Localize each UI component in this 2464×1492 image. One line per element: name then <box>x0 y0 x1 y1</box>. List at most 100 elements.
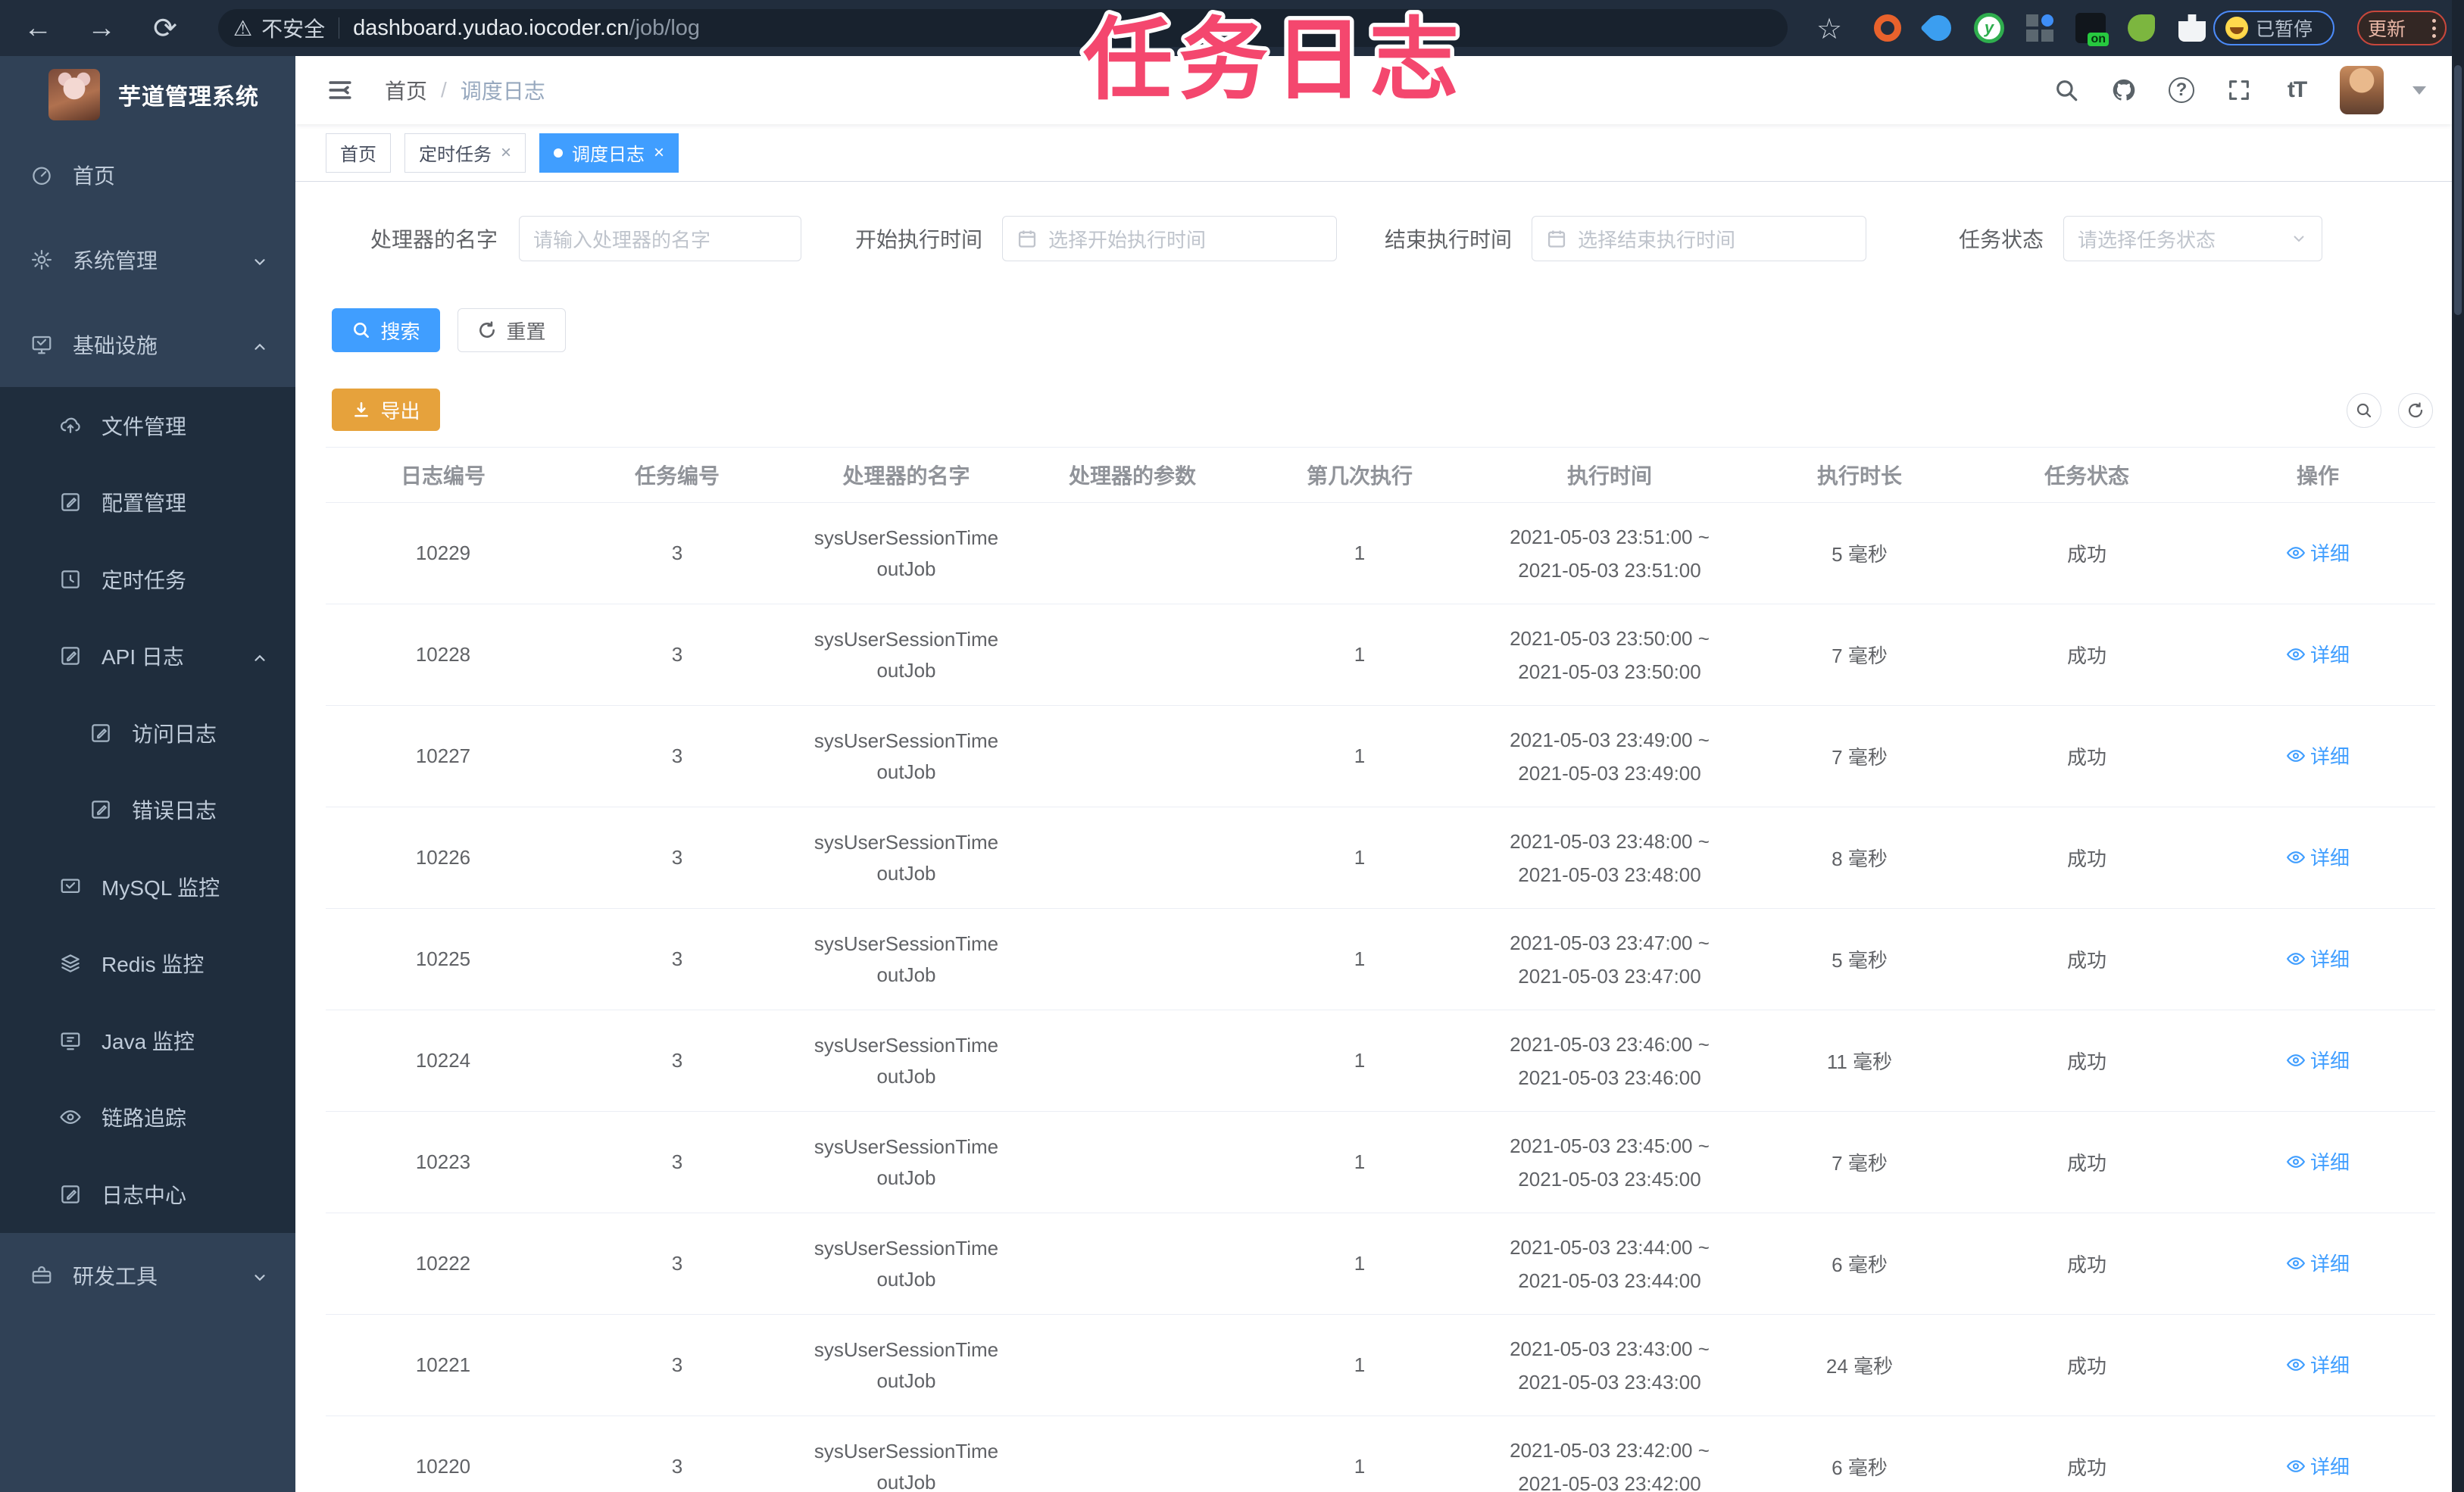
fullscreen-icon[interactable] <box>2225 76 2253 105</box>
eye-icon <box>2286 952 2306 965</box>
detail-link[interactable]: 详细 <box>2286 1147 2350 1175</box>
cell-execute-index: 1 <box>1354 1455 1366 1478</box>
detail-link[interactable]: 详细 <box>2286 1350 2350 1378</box>
help-icon[interactable]: ? <box>2167 76 2196 105</box>
tab-home[interactable]: 首页 <box>326 133 391 173</box>
sidebar-item-tracing[interactable]: 链路追踪 <box>0 1079 295 1156</box>
cell-status: 成功 <box>2066 1456 2106 1479</box>
cell-job-id: 3 <box>671 1049 683 1072</box>
sidebar-item-scheduled-tasks[interactable]: 定时任务 <box>0 541 295 618</box>
font-size-icon[interactable]: tT <box>2282 76 2311 105</box>
refresh-table-button[interactable] <box>2398 393 2433 428</box>
chevron-down-icon <box>2294 236 2304 242</box>
sidebar-item-mysql-monitor[interactable]: MySQL 监控 <box>0 848 295 925</box>
cell-execute-index: 1 <box>1354 1353 1366 1376</box>
extension-icon-on-badge[interactable]: on <box>2074 11 2109 46</box>
sidebar-item-home[interactable]: 首页 <box>0 133 295 217</box>
sidebar-item-log-center[interactable]: 日志中心 <box>0 1156 295 1233</box>
cell-handler-name: sysUserSessionTimeoutJob <box>814 628 999 682</box>
cell-actions: 详细 <box>2200 640 2435 670</box>
cell-execute-index: 1 <box>1354 1150 1366 1173</box>
detail-link[interactable]: 详细 <box>2286 1249 2350 1277</box>
search-button[interactable]: 搜索 <box>332 308 440 352</box>
detail-link[interactable]: 详细 <box>2286 1046 2350 1074</box>
reset-button[interactable]: 重置 <box>458 308 566 352</box>
active-dot <box>554 148 564 158</box>
reload-icon[interactable]: ⟳ <box>148 11 182 45</box>
breadcrumb-home[interactable]: 首页 <box>385 75 427 105</box>
extension-icon-leaf[interactable] <box>2125 11 2158 45</box>
url-path: /job/log <box>629 15 701 40</box>
tab-scheduled-tasks[interactable]: 定时任务 × <box>404 133 526 173</box>
sidebar-item-api-log[interactable]: API 日志 <box>0 618 295 695</box>
user-avatar[interactable] <box>2340 66 2384 114</box>
sidebar-item-access-log[interactable]: 访问日志 <box>0 694 295 772</box>
cell-handler-name: sysUserSessionTimeoutJob <box>814 1338 999 1392</box>
end-time-label: 结束执行时间 <box>1385 228 1513 251</box>
sidebar-item-config-management[interactable]: 配置管理 <box>0 464 295 542</box>
sidebar-toggle-icon[interactable] <box>326 77 354 103</box>
detail-link[interactable]: 详细 <box>2286 538 2350 567</box>
toggle-search-button[interactable] <box>2347 393 2381 428</box>
bookmark-star-icon[interactable]: ☆ <box>1816 12 1842 46</box>
detail-link[interactable]: 详细 <box>2286 843 2350 871</box>
detail-link[interactable]: 详细 <box>2286 640 2350 668</box>
sidebar-item-system[interactable]: 系统管理 <box>0 217 295 302</box>
export-button[interactable]: 导出 <box>332 389 440 431</box>
status-select[interactable]: 请选择任务状态 <box>2063 216 2322 261</box>
github-icon[interactable] <box>2110 76 2138 105</box>
detail-link[interactable]: 详细 <box>2286 944 2350 972</box>
sidebar-logo-row[interactable]: 芋道管理系统 <box>0 56 295 133</box>
sidebar-item-error-log[interactable]: 错误日志 <box>0 772 295 849</box>
detail-link[interactable]: 详细 <box>2286 1452 2350 1480</box>
sidebar-item-java-monitor[interactable]: Java 监控 <box>0 1002 295 1079</box>
search-icon[interactable] <box>2052 76 2081 105</box>
cell-log-id: 10223 <box>415 1150 471 1173</box>
paused-badge[interactable]: 已暂停 <box>2213 11 2334 45</box>
extension-icon-green-y[interactable]: y <box>1972 11 2006 45</box>
cell-duration: 8 毫秒 <box>1832 847 1888 870</box>
filter-start-time-group: 开始执行时间 选择开始执行时间 <box>855 216 1337 261</box>
close-icon[interactable]: × <box>501 143 511 162</box>
back-icon[interactable]: ← <box>21 12 55 45</box>
extension-icon-puzzle[interactable] <box>2175 11 2209 45</box>
avatar-caret-icon[interactable] <box>2412 86 2426 95</box>
sidebar-item-redis-monitor[interactable]: Redis 监控 <box>0 925 295 1003</box>
cell-job-id: 3 <box>671 1150 683 1173</box>
handler-input[interactable]: 请输入处理器的名字 <box>519 216 801 261</box>
cell-log-id: 10229 <box>415 542 471 564</box>
tab-job-log[interactable]: 调度日志 × <box>539 133 679 173</box>
dashboard-icon <box>30 164 53 186</box>
sidebar-item-infrastructure[interactable]: 基础设施 <box>0 302 295 387</box>
col-job-id: 任务编号 <box>634 464 720 488</box>
extension-icon-grid[interactable] <box>2023 11 2056 45</box>
monitor-icon <box>59 876 82 898</box>
sidebar-item-file-management[interactable]: 文件管理 <box>0 387 295 464</box>
start-time-input[interactable]: 选择开始执行时间 <box>1002 216 1337 261</box>
extension-icon-orange[interactable] <box>1871 11 1904 45</box>
extension-icon-blue-drop[interactable] <box>1919 9 1957 47</box>
window-scrollbar[interactable] <box>2452 0 2464 1492</box>
cell-handler-name: sysUserSessionTimeoutJob <box>814 1135 999 1189</box>
detail-link[interactable]: 详细 <box>2286 741 2350 769</box>
breadcrumb-separator: / <box>441 78 447 101</box>
scrollbar-thumb[interactable] <box>2454 65 2462 315</box>
calendar-icon <box>1547 230 1566 248</box>
chevron-up-icon <box>251 648 268 664</box>
timer-icon <box>59 568 82 591</box>
end-time-input[interactable]: 选择结束执行时间 <box>1532 216 1866 261</box>
browser-menu-icon[interactable] <box>2432 18 2436 38</box>
app-header: 首页 / 调度日志 ? tT <box>295 56 2452 124</box>
forward-icon[interactable]: → <box>85 12 118 45</box>
cell-job-id: 3 <box>671 1353 683 1376</box>
search-icon <box>354 323 370 338</box>
url-bar[interactable]: ⚠ 不安全 dashboard.yudao.iocoder.cn /job/lo… <box>218 9 1788 47</box>
close-icon[interactable]: × <box>654 143 664 162</box>
status-label: 任务状态 <box>1959 228 2044 251</box>
cell-handler-name: sysUserSessionTimeoutJob <box>814 932 999 986</box>
browser-update-button[interactable]: 更新 <box>2357 11 2447 45</box>
cell-log-id: 10224 <box>415 1049 471 1072</box>
cloud-upload-icon <box>59 414 82 437</box>
sidebar-item-dev-tools[interactable]: 研发工具 <box>0 1233 295 1318</box>
cell-status: 成功 <box>2066 1355 2106 1378</box>
